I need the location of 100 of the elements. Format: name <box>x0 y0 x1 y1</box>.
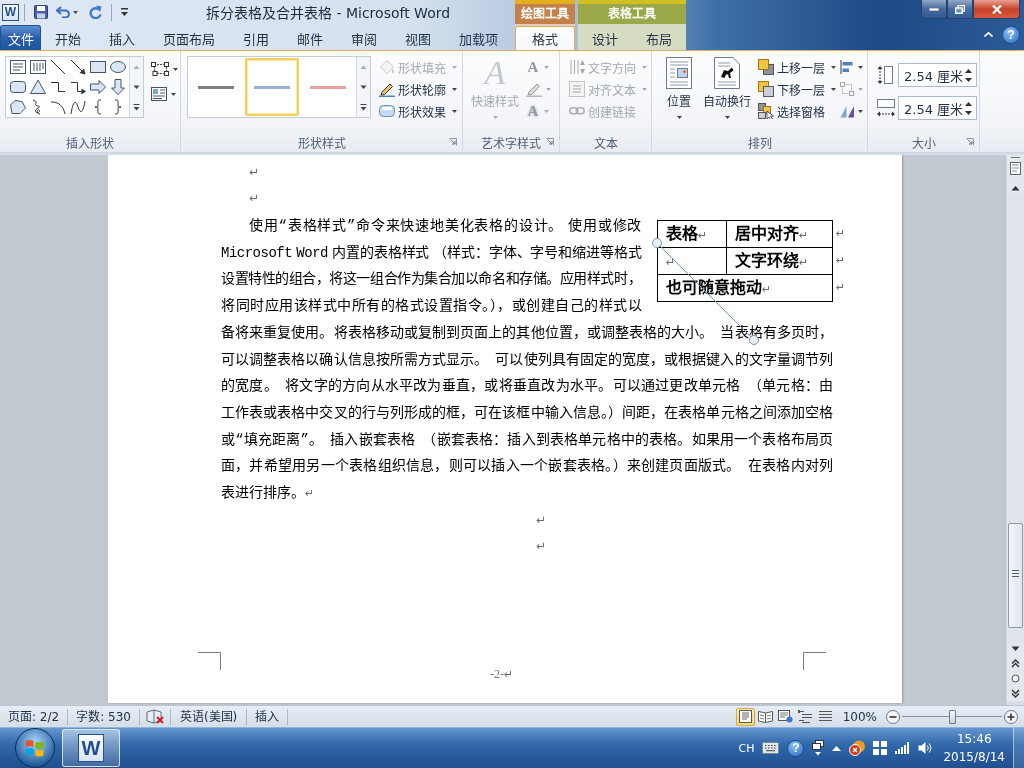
vertical-text-box-icon[interactable] <box>30 59 46 75</box>
word-count[interactable]: 字数: 530 <box>68 708 140 725</box>
scroll-up-icon[interactable] <box>1007 181 1024 195</box>
close-icon <box>991 4 1002 14</box>
spelling-icon[interactable] <box>145 709 164 724</box>
paragraph-mark: ↵ <box>534 538 548 556</box>
chevron-up-icon[interactable] <box>984 32 993 37</box>
show-desktop-button[interactable] <box>1013 727 1024 768</box>
customize-caret-icon[interactable] <box>121 8 128 16</box>
outline-view-button[interactable] <box>795 707 815 726</box>
arc-icon[interactable] <box>50 99 66 115</box>
elbow-connector-icon[interactable] <box>50 79 66 95</box>
signal-icon[interactable] <box>895 742 911 754</box>
zoom-level[interactable]: 100% <box>834 709 884 724</box>
page-count[interactable]: 页面: 2/2 <box>0 708 69 725</box>
rectangle-icon[interactable] <box>90 59 106 75</box>
zoom-slider[interactable] <box>902 709 1002 724</box>
ribbon-tab[interactable]: 开始 <box>41 26 95 50</box>
clock-time[interactable]: 15:46 <box>956 730 992 748</box>
bring-forward-icon <box>758 59 774 75</box>
save-icon[interactable] <box>34 5 48 19</box>
shape-outline-button[interactable]: 形状轮廓 <box>377 78 459 100</box>
insert-mode[interactable]: 插入 <box>247 708 289 725</box>
print-layout-button[interactable] <box>735 707 755 726</box>
send-backward-button[interactable]: 下移一层 <box>756 78 838 100</box>
group-icon <box>840 82 854 96</box>
ruler-toggle-icon[interactable] <box>1007 155 1024 181</box>
rounded-rectangle-icon[interactable] <box>10 79 26 95</box>
line-icon[interactable] <box>50 59 66 75</box>
elbow-arrow-icon[interactable] <box>70 79 86 95</box>
ribbon-tab[interactable]: 页面布局 <box>149 26 229 50</box>
restore-button[interactable] <box>947 0 973 19</box>
caret-icon <box>858 87 863 91</box>
ribbon-tab[interactable]: 加载项 <box>445 26 512 50</box>
undo-icon[interactable] <box>56 6 70 18</box>
chevron-up-icon[interactable] <box>832 745 842 751</box>
dialog-launcher-icon[interactable] <box>546 138 554 146</box>
text-box-icon[interactable] <box>10 59 26 75</box>
ribbon-tab[interactable]: 插入 <box>95 26 149 50</box>
caret-icon <box>858 109 863 113</box>
dialog-launcher-icon[interactable] <box>449 138 457 146</box>
block-right-arrow-icon[interactable] <box>90 79 106 95</box>
dialog-launcher-icon[interactable] <box>966 138 974 146</box>
freeform-icon[interactable] <box>10 99 26 115</box>
oval-icon[interactable] <box>110 59 126 75</box>
close-button[interactable] <box>973 0 1020 19</box>
spin-down-icon[interactable] <box>965 110 972 115</box>
input-language[interactable]: CH <box>738 741 755 755</box>
spin-down-icon[interactable] <box>965 77 972 82</box>
scrollbar-thumb[interactable] <box>1008 523 1023 628</box>
ribbon-tab[interactable]: 审阅 <box>337 26 391 50</box>
ribbon-tab[interactable]: 布局 <box>632 26 686 50</box>
next-page-icon[interactable] <box>1007 686 1024 701</box>
file-tab[interactable]: 文件 <box>0 25 41 50</box>
shape-effects-button[interactable]: 形状效果 <box>377 100 459 122</box>
text-box-icon <box>151 87 167 101</box>
spin-up-icon[interactable] <box>965 68 972 73</box>
word-logo[interactable]: W <box>2 3 19 21</box>
block-down-arrow-icon[interactable] <box>110 79 126 95</box>
ribbon-tab[interactable]: 设计 <box>578 26 632 50</box>
zoom-in-icon[interactable] <box>1004 709 1018 724</box>
minimize-icon <box>929 7 939 11</box>
minimize-button[interactable] <box>921 0 947 19</box>
table-cell: 居中对齐↵ <box>726 220 833 248</box>
ribbon-tab[interactable]: 格式 <box>515 26 575 50</box>
height-field[interactable]: 2.54 厘米 <box>898 63 977 87</box>
print-layout-icon <box>737 710 753 723</box>
ribbon-tab[interactable]: 邮件 <box>283 26 337 50</box>
width-field[interactable]: 2.54 厘米 <box>898 96 977 120</box>
row-end-mark: ↵ <box>836 253 845 269</box>
arrow-line-icon[interactable] <box>70 59 86 75</box>
keyboard-icon[interactable] <box>762 742 780 754</box>
table-cell: 表格↵ <box>657 220 727 248</box>
windows-icon[interactable] <box>812 740 825 756</box>
volume-icon[interactable] <box>918 741 934 755</box>
window-grid-icon[interactable] <box>873 741 888 755</box>
taskbar-app-button[interactable]: W <box>62 729 120 767</box>
selection-pane-button[interactable]: 选择窗格 <box>756 100 838 122</box>
caret-icon <box>544 109 549 113</box>
ribbon-tab[interactable]: 视图 <box>391 26 445 50</box>
spin-up-icon[interactable] <box>965 101 972 106</box>
clock-date[interactable]: 2015/8/14 <box>943 748 1005 766</box>
scroll-down-icon[interactable] <box>1007 642 1024 656</box>
paragraph-mark: ↵ <box>248 190 261 207</box>
gallery-more-icon[interactable] <box>357 97 370 117</box>
zoom-slider-thumb[interactable] <box>949 709 956 724</box>
language[interactable]: 英语(美国) <box>170 708 248 725</box>
alert-icon[interactable] <box>849 740 866 756</box>
redo-icon[interactable] <box>88 5 102 19</box>
ribbon-tab[interactable]: 引用 <box>229 26 283 50</box>
position-button[interactable]: 位置 <box>657 56 701 132</box>
zoom-out-icon[interactable] <box>886 709 900 724</box>
wrap-text-button[interactable]: 自动换行 <box>701 56 753 132</box>
open-book-icon <box>757 710 773 723</box>
start-button[interactable] <box>15 728 55 768</box>
align-text-icon <box>569 81 585 97</box>
triangle-icon[interactable] <box>30 79 46 95</box>
gallery-more-icon[interactable] <box>130 97 143 117</box>
bring-forward-button[interactable]: 上移一层 <box>756 56 838 78</box>
curve-icon[interactable] <box>70 99 86 115</box>
